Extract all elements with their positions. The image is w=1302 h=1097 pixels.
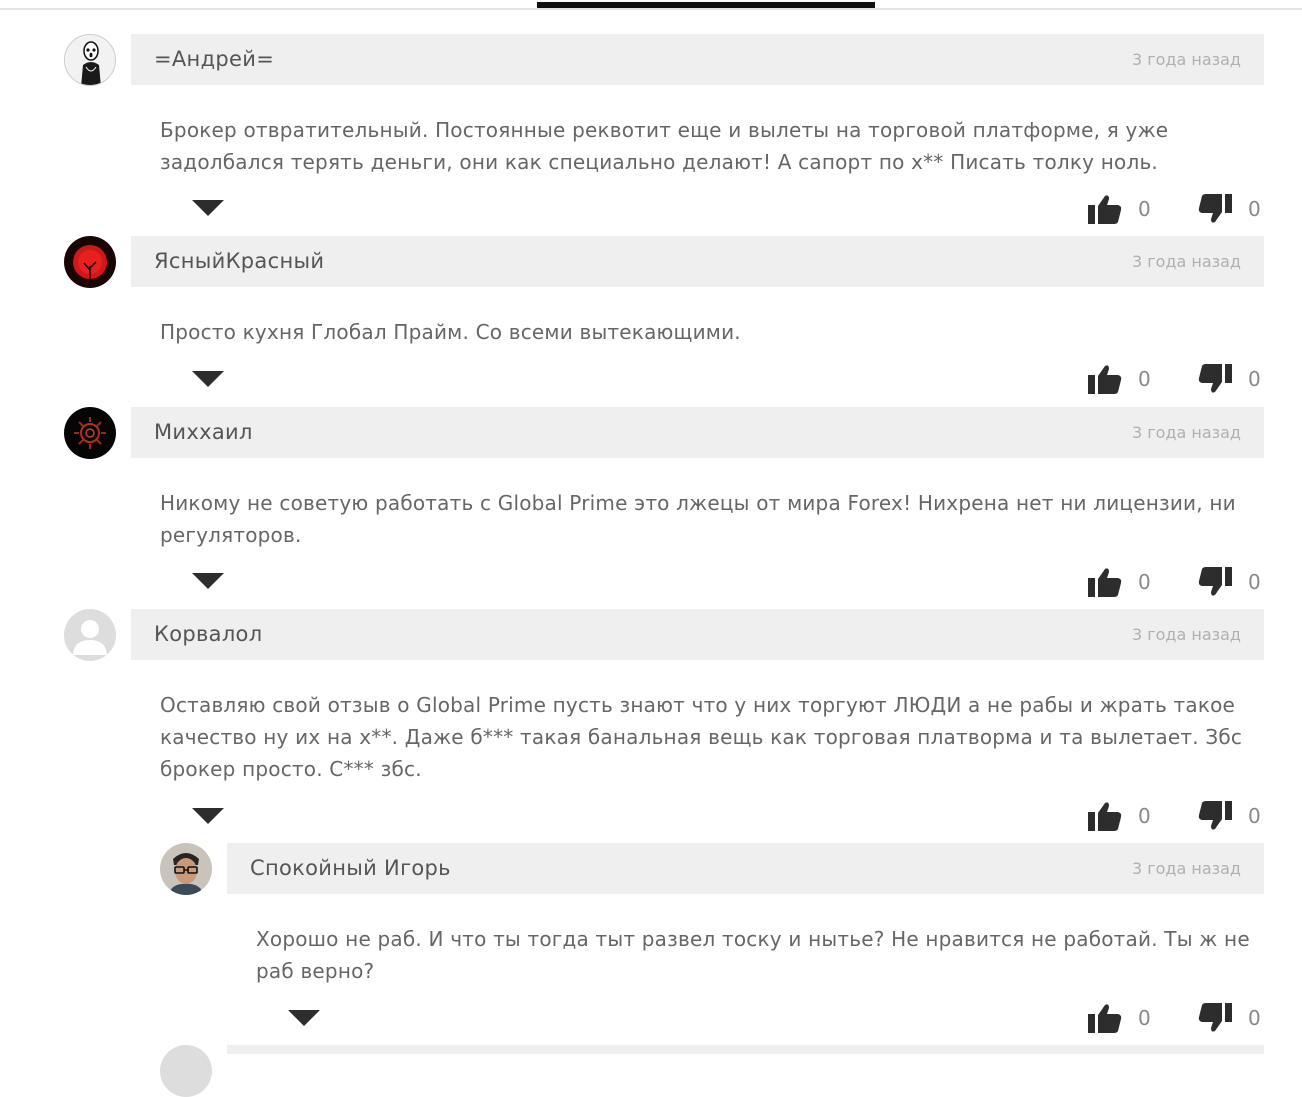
avatar-image <box>160 843 212 895</box>
comment-time[interactable]: 3 года назад <box>1132 423 1241 442</box>
dislike-count: 0 <box>1248 570 1261 594</box>
comment-time[interactable]: 3 года назад <box>1132 859 1241 878</box>
avatar[interactable] <box>64 236 116 288</box>
vote-bar: 0 0 <box>1088 1001 1264 1035</box>
comment-text: Брокер отвратительный. Постоянные реквот… <box>160 118 1169 174</box>
comment-header: Корвалол 3 года назад <box>131 609 1264 660</box>
tab-bar <box>0 0 1302 10</box>
thumbs-down-icon <box>1198 801 1232 830</box>
thumbs-up-icon <box>1088 1004 1122 1033</box>
avatar[interactable] <box>160 843 212 895</box>
comment-header: ЯсныйКрасный 3 года назад <box>131 236 1264 287</box>
thumbs-down-icon <box>1198 567 1232 596</box>
comment-text: Оставляю свой отзыв о Global Prime пусть… <box>160 693 1243 781</box>
collapse-triangle-icon[interactable] <box>192 200 224 216</box>
dislike-button[interactable]: 0 <box>1198 192 1261 226</box>
comment-author[interactable]: Михxаил <box>154 420 253 444</box>
comment-header: Михxаил 3 года назад <box>131 407 1264 458</box>
dislike-count: 0 <box>1248 197 1261 221</box>
comment-author[interactable]: Спокойный Игорь <box>250 856 451 880</box>
vote-bar: 0 0 <box>1088 362 1264 396</box>
avatar-image <box>64 236 116 288</box>
comment-header: =Андрей= 3 года назад <box>131 34 1264 85</box>
vote-bar: 0 0 <box>1088 565 1264 599</box>
dislike-count: 0 <box>1248 804 1261 828</box>
comment-header <box>227 1045 1264 1054</box>
like-count: 0 <box>1138 570 1151 594</box>
dislike-count: 0 <box>1248 1006 1261 1030</box>
dislike-button[interactable]: 0 <box>1198 565 1261 599</box>
comment-text: Хорошо не раб. И что ты тогда тыт развел… <box>256 927 1250 983</box>
comment-text: Никому не советую работать с Global Prim… <box>160 491 1236 547</box>
comment-time[interactable]: 3 года назад <box>1132 50 1241 69</box>
collapse-triangle-icon[interactable] <box>288 1010 320 1026</box>
default-user-icon <box>64 609 116 661</box>
collapse-triangle-icon[interactable] <box>192 808 224 824</box>
like-count: 0 <box>1138 367 1151 391</box>
avatar[interactable] <box>160 1045 212 1097</box>
avatar-image <box>65 35 115 85</box>
like-button[interactable]: 0 <box>1088 1001 1151 1035</box>
like-button[interactable]: 0 <box>1088 362 1151 396</box>
comment-author[interactable]: Корвалол <box>154 622 262 646</box>
collapse-triangle-icon[interactable] <box>192 573 224 589</box>
like-button[interactable]: 0 <box>1088 565 1151 599</box>
like-count: 0 <box>1138 804 1151 828</box>
avatar-image <box>64 407 116 459</box>
dislike-button[interactable]: 0 <box>1198 799 1261 833</box>
avatar[interactable] <box>64 609 116 661</box>
comment-author[interactable]: =Андрей= <box>154 47 274 71</box>
thumbs-down-icon <box>1198 1003 1232 1032</box>
like-button[interactable]: 0 <box>1088 192 1151 226</box>
dislike-button[interactable]: 0 <box>1198 362 1261 396</box>
like-count: 0 <box>1138 1006 1151 1030</box>
comment-text: Просто кухня Глобал Прайм. Со всеми выте… <box>160 320 741 344</box>
collapse-triangle-icon[interactable] <box>192 371 224 387</box>
comment-header: Спокойный Игорь 3 года назад <box>227 843 1264 894</box>
thumbs-down-icon <box>1198 364 1232 393</box>
dislike-button[interactable]: 0 <box>1198 1001 1261 1035</box>
like-button[interactable]: 0 <box>1088 799 1151 833</box>
dislike-count: 0 <box>1248 367 1261 391</box>
thumbs-up-icon <box>1088 365 1122 394</box>
comment-time[interactable]: 3 года назад <box>1132 252 1241 271</box>
thumbs-up-icon <box>1088 195 1122 224</box>
active-tab-indicator[interactable] <box>537 2 875 8</box>
comment-time[interactable]: 3 года назад <box>1132 625 1241 644</box>
thumbs-up-icon <box>1088 568 1122 597</box>
vote-bar: 0 0 <box>1088 799 1264 833</box>
comment-author[interactable]: ЯсныйКрасный <box>154 249 324 273</box>
thumbs-down-icon <box>1198 194 1232 223</box>
avatar[interactable] <box>64 34 116 86</box>
thumbs-up-icon <box>1088 802 1122 831</box>
vote-bar: 0 0 <box>1088 192 1264 226</box>
like-count: 0 <box>1138 197 1151 221</box>
avatar[interactable] <box>64 407 116 459</box>
